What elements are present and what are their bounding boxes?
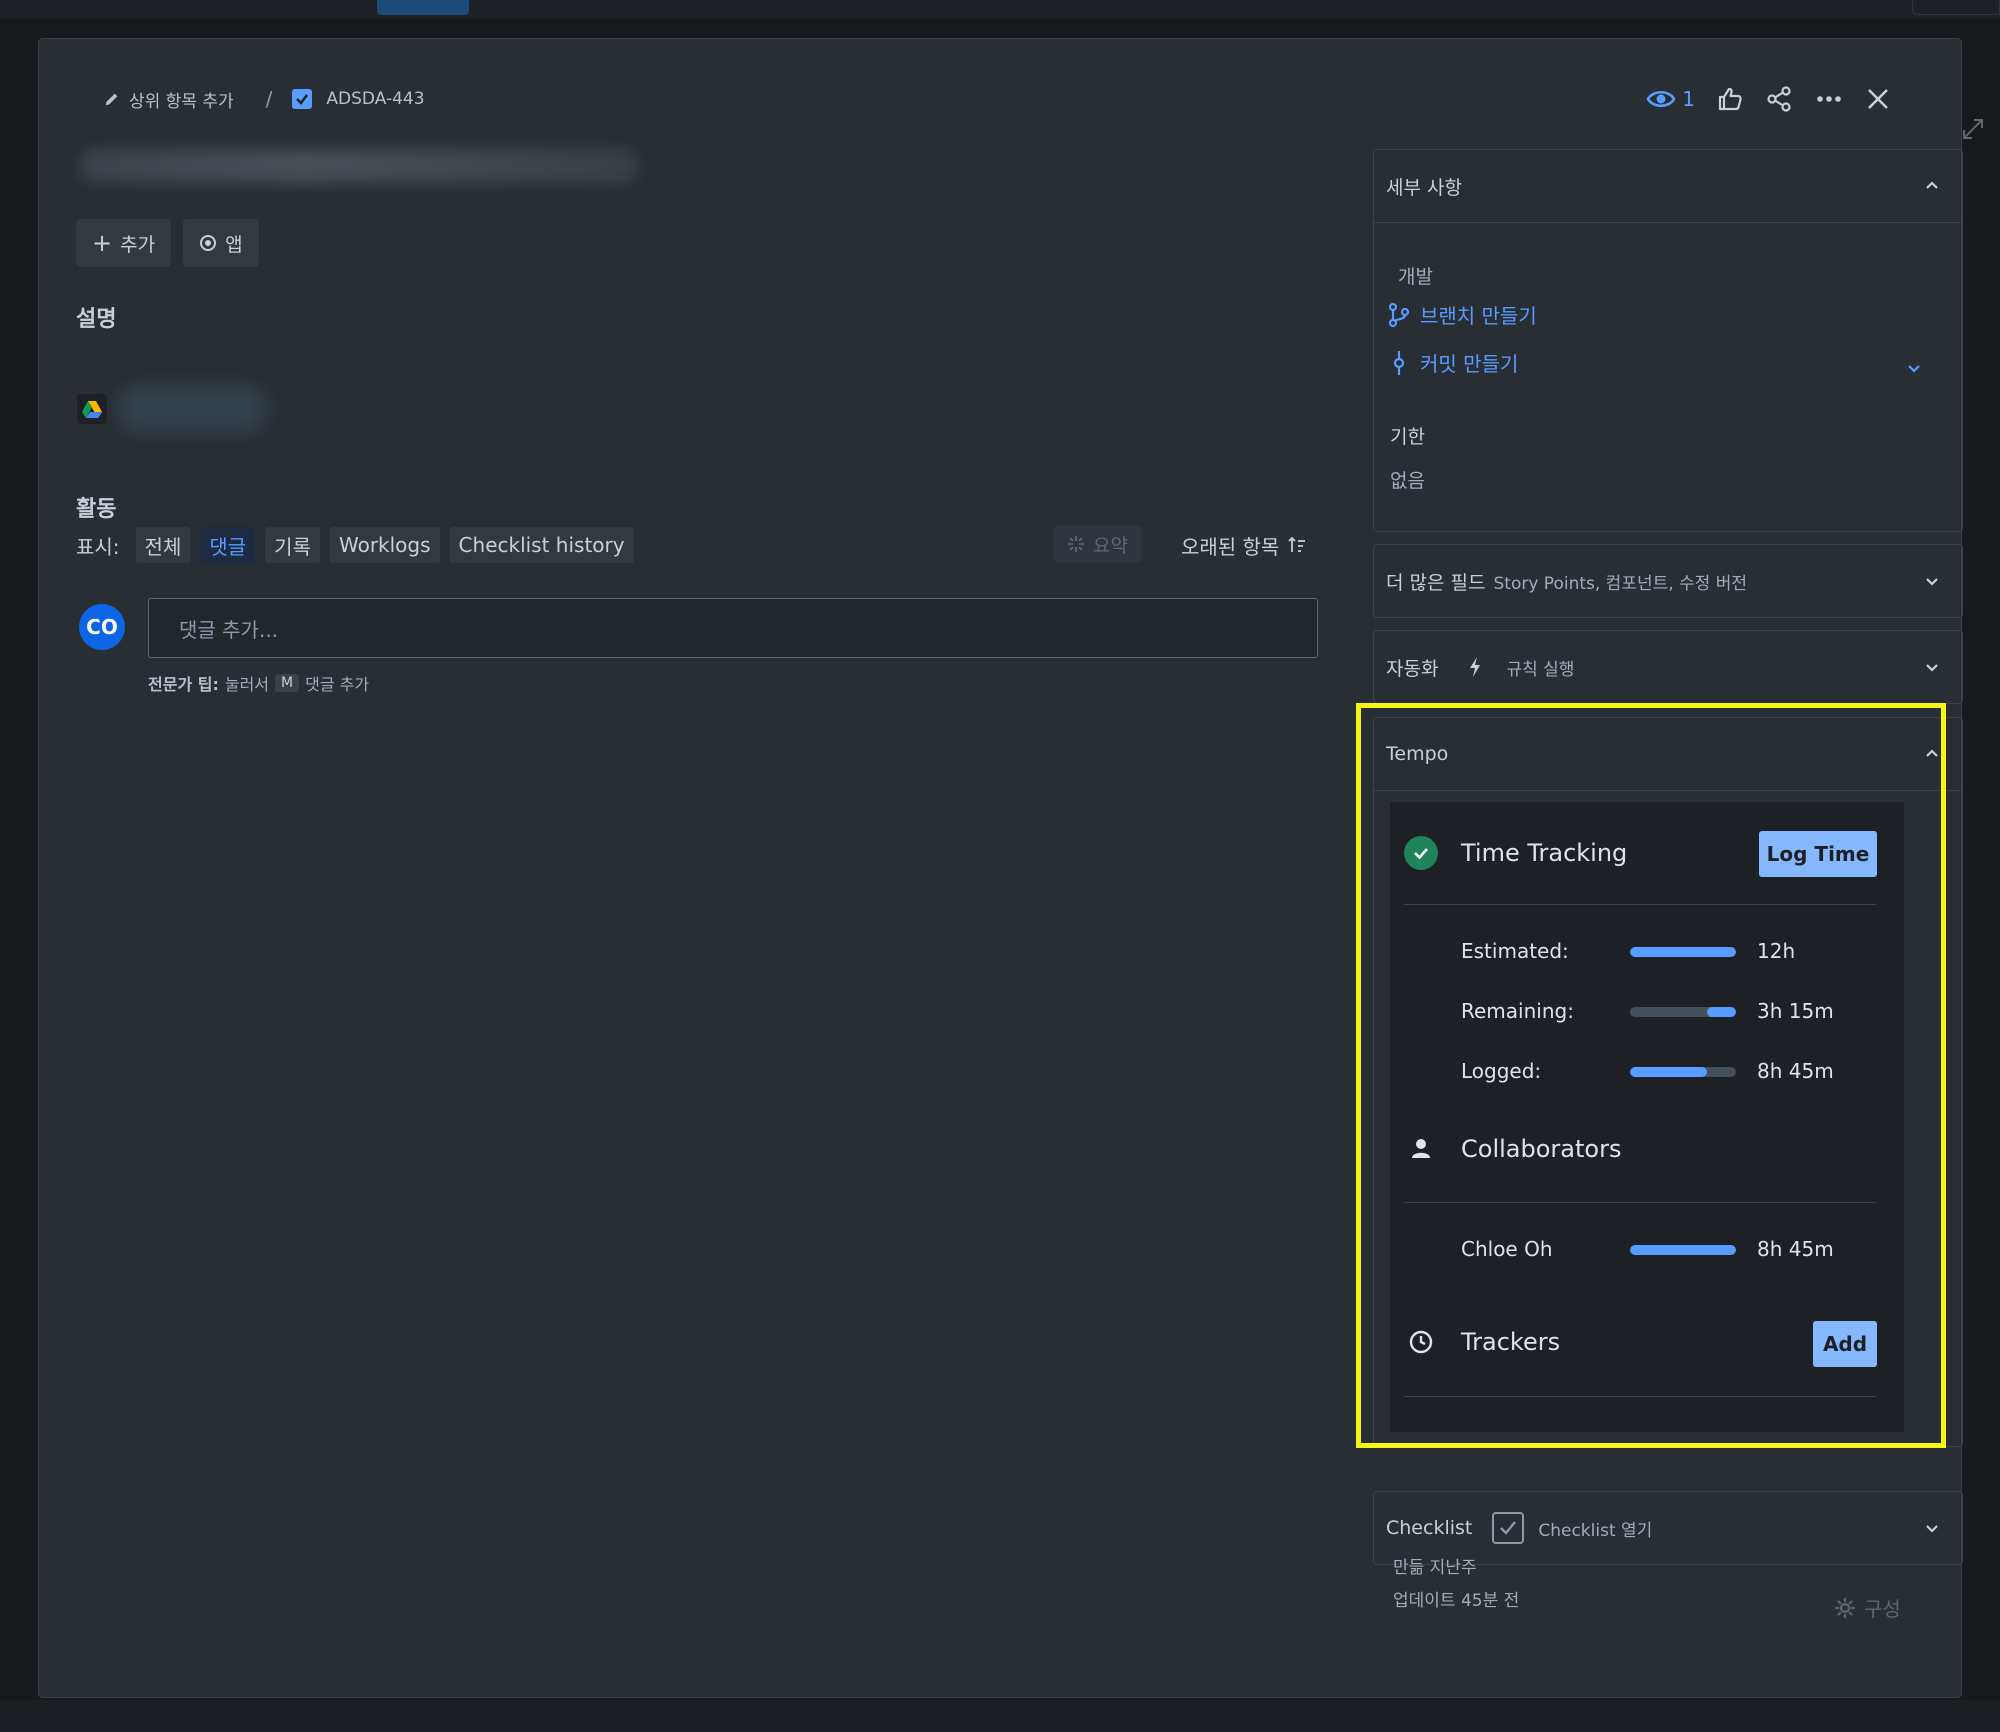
pencil-icon bbox=[105, 93, 118, 106]
add-button[interactable]: + 추가 bbox=[76, 219, 172, 267]
breadcrumb: 상위 항목 추가 / ADSDA-443 bbox=[103, 87, 425, 112]
quick-actions: + 추가 앱 bbox=[76, 219, 259, 267]
plus-icon: + bbox=[92, 229, 113, 257]
lightning-icon bbox=[1470, 657, 1481, 677]
automation-heading: 자동화 bbox=[1386, 657, 1439, 680]
modal-actions: 1 bbox=[1646, 85, 1891, 113]
background-tab bbox=[377, 0, 469, 15]
due-date-label: 기한 bbox=[1390, 426, 1425, 448]
thumbs-up-icon[interactable] bbox=[1717, 86, 1743, 112]
comment-placeholder: 댓글 추가... bbox=[179, 617, 279, 642]
configure-label: 구성 bbox=[1864, 1597, 1901, 1621]
apps-button[interactable]: 앱 bbox=[183, 219, 259, 267]
watch-button[interactable]: 1 bbox=[1646, 87, 1695, 111]
create-commit-link[interactable]: 커밋 만들기 bbox=[1388, 348, 1518, 377]
filter-all[interactable]: 전체 bbox=[135, 527, 191, 563]
checkbox-icon bbox=[1492, 1512, 1525, 1544]
background-right-column bbox=[1960, 40, 2000, 1700]
created-meta: 만듦 지난주 bbox=[1393, 1558, 1477, 1578]
activity-heading: 활동 bbox=[76, 497, 117, 522]
description-heading: 설명 bbox=[76, 307, 117, 332]
background-bottom-bar bbox=[0, 1700, 2000, 1732]
checklist-heading: Checklist bbox=[1386, 1517, 1473, 1539]
share-icon[interactable] bbox=[1765, 85, 1793, 113]
protip-action: 댓글 추가 bbox=[305, 675, 370, 694]
sort-label: 오래된 항목 bbox=[1181, 534, 1280, 559]
task-type-icon bbox=[292, 89, 313, 109]
more-icon[interactable] bbox=[1815, 85, 1843, 113]
details-heading: 세부 사항 bbox=[1386, 176, 1462, 199]
background-left-column bbox=[0, 40, 40, 1700]
chevron-up-icon bbox=[1926, 181, 1938, 189]
attachment-redacted bbox=[117, 385, 267, 433]
details-header[interactable]: 세부 사항 bbox=[1374, 150, 1962, 222]
eye-icon bbox=[1646, 90, 1676, 108]
expand-icon[interactable] bbox=[1960, 116, 1986, 142]
automation-header[interactable]: 자동화 규칙 실행 bbox=[1374, 631, 1962, 703]
comment-input[interactable]: 댓글 추가... bbox=[148, 598, 1318, 658]
add-button-label: 추가 bbox=[120, 233, 156, 256]
filter-comments[interactable]: 댓글 bbox=[200, 527, 256, 563]
protip-label: 전문가 팁: bbox=[148, 675, 219, 694]
issue-key-link[interactable]: ADSDA-443 bbox=[326, 89, 424, 109]
create-branch-link[interactable]: 브랜치 만들기 bbox=[1388, 300, 1537, 329]
development-label: 개발 bbox=[1398, 266, 1433, 288]
filter-history[interactable]: 기록 bbox=[265, 527, 320, 563]
watch-count: 1 bbox=[1682, 87, 1695, 111]
chevron-down-icon bbox=[1926, 578, 1938, 586]
more-fields-subtitle: Story Points, 컴포넌트, 수정 버전 bbox=[1493, 573, 1748, 594]
more-fields-panel[interactable]: 더 많은 필드 Story Points, 컴포넌트, 수정 버전 bbox=[1373, 544, 1963, 618]
background-top-bar bbox=[0, 0, 2000, 18]
add-parent-link[interactable]: 상위 항목 추가 bbox=[129, 87, 234, 112]
create-branch-label: 브랜치 만들기 bbox=[1420, 304, 1537, 328]
commit-icon bbox=[1393, 350, 1405, 375]
chevron-down-icon[interactable] bbox=[1906, 360, 1922, 376]
automation-panel[interactable]: 자동화 규칙 실행 bbox=[1373, 630, 1963, 704]
show-label: 표시: bbox=[76, 534, 120, 559]
summary-label: 요약 bbox=[1093, 534, 1128, 557]
more-fields-heading: 더 많은 필드 bbox=[1386, 571, 1486, 594]
chevron-down-icon bbox=[1926, 1525, 1938, 1533]
details-divider bbox=[1374, 222, 1962, 223]
summary-button[interactable]: 요약 bbox=[1053, 526, 1142, 562]
background-box bbox=[1912, 0, 2000, 15]
pro-tip: 전문가 팁: 눌러서 M 댓글 추가 bbox=[148, 671, 369, 695]
sort-button[interactable]: 오래된 항목 bbox=[1181, 529, 1307, 561]
updated-meta: 업데이트 45분 전 bbox=[1393, 1591, 1520, 1611]
breadcrumb-separator: / bbox=[265, 87, 273, 111]
filter-checklist-history[interactable]: Checklist history bbox=[449, 527, 634, 563]
sort-ascending-icon bbox=[1288, 536, 1306, 552]
apps-icon bbox=[200, 235, 217, 251]
avatar: CO bbox=[79, 604, 125, 650]
google-drive-icon[interactable] bbox=[77, 394, 107, 424]
create-commit-label: 커밋 만들기 bbox=[1420, 352, 1519, 376]
gear-icon bbox=[1835, 1597, 1855, 1618]
issue-title-redacted bbox=[79, 149, 639, 183]
due-date-value[interactable]: 없음 bbox=[1390, 466, 1425, 493]
more-fields-header[interactable]: 더 많은 필드 Story Points, 컴포넌트, 수정 버전 bbox=[1374, 545, 1962, 617]
automation-rule-label: 규칙 실행 bbox=[1506, 659, 1575, 680]
protip-press: 눌러서 bbox=[224, 675, 270, 694]
sparkle-icon bbox=[1068, 536, 1084, 552]
highlight-box bbox=[1356, 703, 1946, 1448]
checklist-open-label: Checklist 열기 bbox=[1538, 1520, 1653, 1541]
chevron-down-icon bbox=[1926, 664, 1938, 672]
details-panel: 세부 사항 개발 브랜치 만들기 커밋 만들기 기한 없음 bbox=[1373, 149, 1963, 532]
apps-button-label: 앱 bbox=[225, 233, 243, 256]
activity-filters: 표시: 전체 댓글 기록 Worklogs Checklist history bbox=[76, 526, 634, 564]
protip-key: M bbox=[275, 674, 300, 692]
close-icon[interactable] bbox=[1865, 86, 1891, 112]
configure-button[interactable]: 구성 bbox=[1834, 1593, 1901, 1622]
filter-worklogs[interactable]: Worklogs bbox=[329, 527, 440, 563]
branch-icon bbox=[1388, 302, 1410, 327]
